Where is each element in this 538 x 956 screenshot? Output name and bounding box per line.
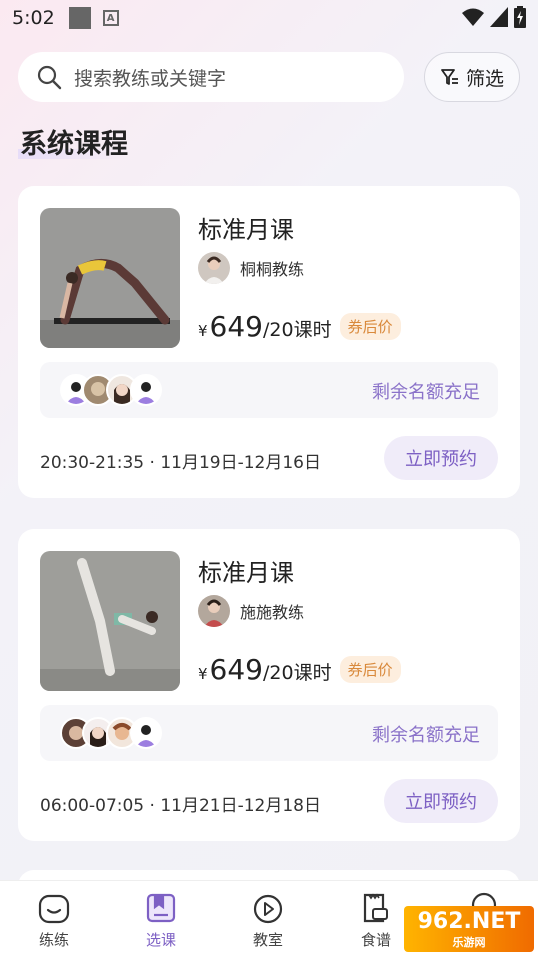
price-currency: ¥ — [198, 322, 208, 340]
search-placeholder: 搜索教练或关键字 — [74, 67, 227, 90]
price-value: 649 — [209, 653, 263, 686]
tab-label: 练练 — [38, 931, 69, 949]
tab-xuanke[interactable]: 选课 — [131, 881, 191, 956]
price-unit: /20课时 — [263, 662, 332, 684]
coach-info[interactable]: 施施教练 — [198, 595, 304, 627]
slots-bar: 剩余名额充足 — [40, 705, 498, 761]
filter-label: 筛选 — [465, 67, 504, 90]
coach-info[interactable]: 桐桐教练 — [198, 252, 304, 284]
coach-avatar — [198, 252, 230, 284]
avatar — [130, 717, 162, 749]
coach-name: 施施教练 — [240, 603, 305, 622]
book-icon — [146, 893, 176, 923]
smile-face-icon — [38, 894, 70, 924]
price-row: ¥ 649 /20课时 券后价 — [198, 653, 401, 686]
status-time: 5:02 — [12, 7, 55, 29]
avatar — [130, 374, 162, 406]
status-icons — [462, 6, 526, 28]
tab-jiaoshi[interactable]: 教室 — [238, 881, 298, 956]
tab-label: 选课 — [145, 931, 176, 949]
course-image — [40, 551, 180, 691]
tab-label: 教室 — [252, 931, 283, 949]
watermark-text: 962.NET — [417, 908, 521, 934]
course-time: 20:30-21:35 · 11月19日-12月16日 — [40, 453, 321, 473]
notification-a-icon: A — [102, 10, 119, 26]
battery-icon — [514, 6, 526, 28]
book-button[interactable]: 立即预约 — [384, 436, 498, 480]
course-title: 标准月课 — [198, 559, 294, 587]
price-unit: /20课时 — [263, 319, 332, 341]
filter-icon — [441, 69, 458, 85]
course-card[interactable]: 标准月课 桐桐教练 ¥ 649 /20课时 券后价 剩余名额充足 20:30-2… — [18, 186, 520, 498]
watermark-logo: 962.NET 乐游网 — [404, 906, 534, 952]
price-value: 649 — [209, 310, 263, 343]
coupon-badge: 券后价 — [339, 656, 401, 683]
signal-icon — [490, 7, 508, 27]
book-button[interactable]: 立即预约 — [384, 779, 498, 823]
coupon-badge: 券后价 — [339, 313, 401, 340]
recipe-icon — [363, 893, 388, 923]
search-icon — [37, 65, 62, 90]
notification-square-icon — [68, 7, 91, 29]
filter-button[interactable]: 筛选 — [424, 52, 520, 102]
search-input[interactable]: 搜索教练或关键字 — [18, 52, 404, 102]
tab-shipu[interactable]: 食谱 — [346, 881, 406, 956]
section-title: 系统课程 — [18, 122, 128, 161]
section-title-text: 系统课程 — [20, 129, 128, 160]
course-time: 06:00-07:05 · 11月21日-12月18日 — [40, 796, 321, 816]
coach-name: 桐桐教练 — [240, 260, 305, 279]
course-image — [40, 208, 180, 348]
play-icon — [253, 894, 283, 924]
course-title: 标准月课 — [198, 216, 294, 244]
tab-label: 食谱 — [360, 931, 391, 949]
search-row: 搜索教练或关键字 筛选 — [18, 52, 520, 102]
coach-avatar — [198, 595, 230, 627]
slots-remaining: 剩余名额充足 — [372, 382, 480, 403]
tab-lianlian[interactable]: 练练 — [24, 881, 84, 956]
slots-remaining: 剩余名额充足 — [372, 725, 480, 746]
status-bar: 5:02 A — [0, 0, 538, 36]
price-row: ¥ 649 /20课时 券后价 — [198, 310, 401, 343]
slots-bar: 剩余名额充足 — [40, 362, 498, 418]
wifi-icon — [462, 8, 484, 26]
price-currency: ¥ — [198, 665, 208, 683]
course-card[interactable]: 标准月课 施施教练 ¥ 649 /20课时 券后价 剩余名额充足 06:00-0… — [18, 529, 520, 841]
watermark-subtext: 乐游网 — [452, 935, 486, 949]
